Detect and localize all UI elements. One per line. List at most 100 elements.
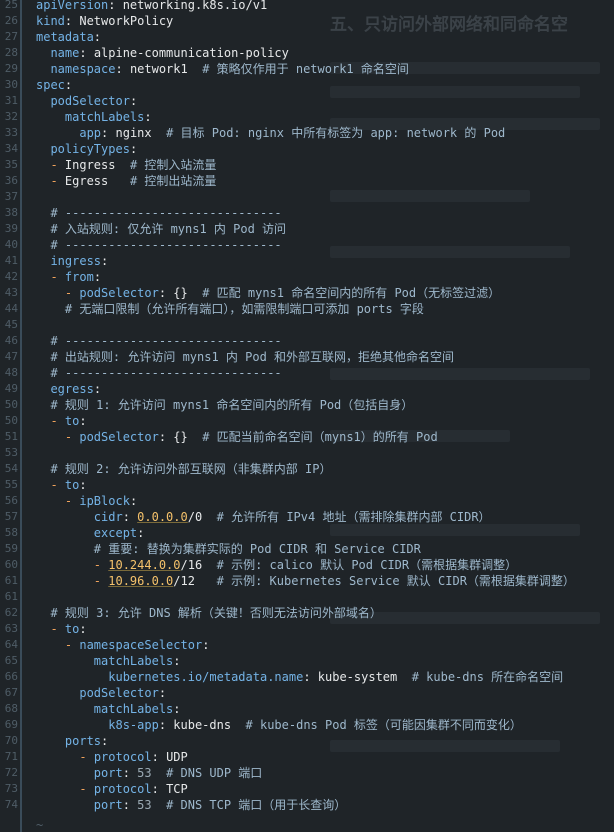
code-token: 53 <box>137 766 167 780</box>
code-token: # DNS UDP 端口 <box>166 766 263 780</box>
code-token: to <box>64 478 80 492</box>
line-code: - from: <box>36 269 101 285</box>
line-code: kubernetes.io/metadata.name: kube-system… <box>36 669 563 685</box>
code-token: : <box>79 46 94 60</box>
line-number: 58 <box>4 526 18 539</box>
code-token: : <box>151 782 167 796</box>
gutter-git-bar <box>20 0 22 832</box>
code-token: # 匹配当前命名空间（myns1）的所有 Pod <box>202 430 438 444</box>
line-number: 47 <box>4 350 18 363</box>
code-token: namespace <box>50 62 116 76</box>
code-token: : <box>122 766 138 780</box>
line-number: 66 <box>4 670 18 683</box>
code-token: - <box>79 782 94 796</box>
code-token: # ------------------------------ <box>50 238 282 252</box>
code-token: # kube-dns 所在命名空间 <box>411 670 564 684</box>
line-code: apiVersion: networking.k8s.io/v1 <box>36 0 267 13</box>
code-token: # 匹配 myns1 命名空间内的所有 Pod（无标签过滤） <box>202 286 501 300</box>
line-number: 28 <box>4 46 18 59</box>
code-token: : <box>151 750 167 764</box>
code-token: : <box>144 110 152 124</box>
code-token: UDP <box>166 750 188 764</box>
code-token: : <box>79 414 87 428</box>
line-code: # 出站规则: 允许访问 myns1 内 Pod 和外部互联网，拒绝其他命名空间 <box>36 349 454 365</box>
code-token: protocol <box>93 782 152 796</box>
code-token: - <box>50 622 65 636</box>
code-token: # ------------------------------ <box>50 206 282 220</box>
code-token: egress <box>50 382 94 396</box>
line-code: - Ingress # 控制入站流量 <box>36 157 216 173</box>
code-token: - <box>50 174 65 188</box>
line-number: 25 <box>4 0 18 11</box>
code-token: - <box>64 638 80 652</box>
line-number: 61 <box>4 590 18 603</box>
line-number: 30 <box>4 78 18 91</box>
line-number: 71 <box>4 750 18 763</box>
code-token: # 出站规则: 允许访问 myns1 内 Pod 和外部互联网，拒绝其他命名空间 <box>50 350 455 364</box>
code-token: cidr <box>93 510 123 524</box>
code-token: - <box>93 574 109 588</box>
line-code: - Egress # 控制出站流量 <box>36 173 216 189</box>
code-token: 53 <box>137 798 167 812</box>
code-token: : {} <box>158 286 203 300</box>
code-token: : <box>122 510 138 524</box>
line-code: namespace: network1 # 策略仅作用于 network1 命名… <box>36 61 408 77</box>
code-token: : <box>115 62 130 76</box>
code-token: # 示例: Kubernetes Service 默认 CIDR（需根据集群调整… <box>216 574 575 588</box>
code-token: : <box>79 478 87 492</box>
line-code: app: nginx # 目标 Pod: nginx 中所有标签为 app: n… <box>36 125 505 141</box>
line-number: 65 <box>4 654 18 667</box>
code-token: : {} <box>158 430 203 444</box>
line-number: 63 <box>4 622 18 635</box>
code-token: to <box>64 414 80 428</box>
code-token: nginx <box>115 126 167 140</box>
line-code: except: <box>36 525 145 541</box>
code-token: matchLabels <box>93 702 174 716</box>
line-number: 42 <box>4 270 18 283</box>
code-token: NetworkPolicy <box>79 14 174 28</box>
line-number: 70 <box>4 734 18 747</box>
code-token: - <box>64 430 80 444</box>
code-token: namespaceSelector <box>79 638 203 652</box>
code-token: name <box>50 46 80 60</box>
code-token: # 重要: 替换为集群实际的 Pod CIDR 和 Service CIDR <box>93 542 421 556</box>
line-code: - ipBlock: <box>36 493 137 509</box>
line-code: port: 53 # DNS UDP 端口 <box>36 765 263 781</box>
code-token: # 允许所有 IPv4 地址（需排除集群内部 CIDR） <box>216 510 491 524</box>
line-number: 31 <box>4 94 18 107</box>
line-code: # ------------------------------ <box>36 237 282 253</box>
code-token: TCP <box>166 782 188 796</box>
code-token: # kube-dns Pod 标签（可能因集群不同而变化） <box>245 718 522 732</box>
line-code: # 规则 2: 允许访问外部互联网（非集群内部 IP） <box>36 461 331 477</box>
line-code: - to: <box>36 413 87 429</box>
code-token: podSelector <box>79 686 159 700</box>
code-token: - <box>50 414 65 428</box>
code-token: spec <box>36 78 65 92</box>
line-number: 69 <box>4 718 18 731</box>
code-token: metadata <box>36 30 94 44</box>
code-editor[interactable]: 25 apiVersion: networking.k8s.io/v1 26 kind… <box>0 0 614 832</box>
line-number: 53 <box>4 446 18 459</box>
line-code: matchLabels: <box>36 109 152 125</box>
line-code: - podSelector: {} # 匹配 myns1 命名空间内的所有 Po… <box>36 285 500 301</box>
line-code: cidr: 0.0.0.0/0 # 允许所有 IPv4 地址（需排除集群内部 C… <box>36 509 491 525</box>
code-token: port <box>93 798 123 812</box>
line-code: # 规则 3: 允许 DNS 解析（关键！否则无法访问外部域名） <box>36 605 381 621</box>
